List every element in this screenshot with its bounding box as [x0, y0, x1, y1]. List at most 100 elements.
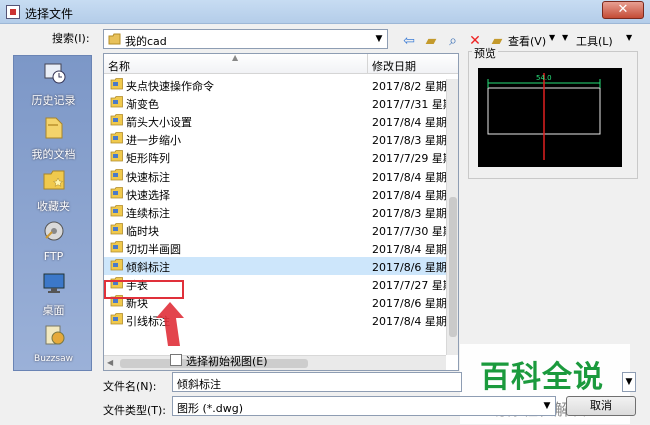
annotation-arrow-icon [156, 302, 184, 346]
file-date: 2017/7/30 星期日 [372, 224, 447, 238]
horizontal-scrollbar[interactable]: ◀ III [104, 355, 446, 370]
initial-view-checkbox[interactable] [170, 354, 182, 366]
folder-icon [110, 313, 123, 325]
file-name: 箭头大小设置 [126, 116, 192, 130]
preview-drawing: 54.0 [487, 73, 601, 160]
file-date: 2017/7/29 星期六 [372, 152, 447, 166]
file-date: 2017/8/6 星期日 [372, 297, 447, 311]
file-date: 2017/8/4 星期五 [372, 188, 447, 202]
file-row[interactable]: 切切半画圆 2017/8/4 星期五 [104, 239, 447, 257]
favorites-icon [43, 170, 64, 190]
ftp-icon [44, 221, 63, 241]
title-bar: 选择文件 ✕ [0, 0, 650, 24]
file-name: 进一步缩小 [126, 134, 181, 148]
file-row[interactable]: 连续标注 2017/8/3 星期四 [104, 203, 447, 221]
filetype-select[interactable]: 图形 (*.dwg) ▼ [172, 396, 556, 416]
dialog-body: 搜索(I): 我的cad ▼ ⇦ ▰ ⌕ ✕ ▰ 查看(V) ▼ ▼ 工具(L)… [0, 24, 650, 425]
file-row[interactable]: 快速标注 2017/8/4 星期五 [104, 167, 447, 185]
sort-ascending-icon: ▲ [232, 53, 239, 62]
file-row[interactable]: 矩形阵列 2017/7/29 星期六 [104, 148, 447, 166]
file-date: 2017/8/4 星期五 [372, 242, 447, 256]
folder-icon [110, 168, 123, 180]
back-icon[interactable]: ⇦ [400, 32, 418, 50]
file-row[interactable]: 进一步缩小 2017/8/3 星期四 [104, 130, 447, 148]
watermark-title: 百科全说 [480, 360, 604, 395]
up-folder-icon[interactable]: ▰ [422, 32, 440, 50]
view-menu-button[interactable]: 查看(V) [508, 33, 546, 49]
file-row[interactable]: 快速选择 2017/8/4 星期五 [104, 185, 447, 203]
app-icon [6, 5, 20, 19]
column-separator[interactable] [367, 54, 368, 74]
place-label: 桌面 [42, 304, 65, 317]
file-row[interactable]: 箭头大小设置 2017/8/4 星期五 [104, 112, 447, 130]
buzzsaw-icon [45, 325, 64, 345]
place-label: 历史记录 [31, 94, 76, 107]
cancel-button[interactable]: 取消 [566, 396, 636, 416]
file-name: 倾斜标注 [126, 261, 170, 274]
folder-icon [110, 96, 123, 108]
chevron-down-icon[interactable]: ▼ [539, 397, 555, 415]
place-favorites[interactable]: 收藏夹 [14, 164, 93, 216]
documents-icon [45, 117, 62, 139]
place-ftp[interactable]: FTP [14, 216, 93, 268]
tools-extra-arrow-icon[interactable]: ▼ [626, 33, 632, 42]
view-menu-arrow-icon[interactable]: ▼ [549, 33, 555, 42]
file-name: 切切半画圆 [126, 242, 181, 256]
folder-icon [110, 259, 123, 271]
search-icon[interactable]: ⌕ [444, 32, 462, 50]
file-name: 渐变色 [126, 98, 159, 112]
place-documents[interactable]: 我的文档 [14, 112, 93, 164]
folder-icon [110, 240, 123, 253]
scroll-left-arrow-icon[interactable]: ◀ [107, 358, 113, 367]
file-date: 2017/8/3 星期四 [372, 206, 447, 220]
file-date: 2017/8/3 星期四 [372, 134, 447, 148]
folder-icon [110, 204, 123, 217]
vertical-scroll-thumb[interactable] [449, 197, 457, 337]
file-row[interactable]: 渐变色 2017/7/31 星期一 [104, 94, 447, 112]
folder-icon [110, 114, 123, 126]
vertical-scrollbar[interactable] [446, 79, 458, 355]
preview-image: 54.0 [478, 68, 622, 167]
folder-icon [110, 222, 123, 235]
window-title: 选择文件 [25, 7, 74, 21]
place-desktop[interactable]: 桌面 [14, 268, 93, 320]
folder-icon [110, 78, 123, 90]
initial-view-label[interactable]: 选择初始视图(E) [186, 353, 268, 369]
filename-input[interactable]: 倾斜标注 [172, 372, 462, 392]
folder-combobox-value: 我的cad [125, 35, 167, 48]
preview-label: 预览 [472, 45, 498, 61]
chevron-down-icon[interactable]: ▼ [623, 373, 635, 391]
folder-combobox[interactable]: 我的cad ▼ [103, 29, 388, 49]
file-date: 2017/7/27 星期四 [372, 279, 447, 293]
file-row[interactable]: 临时块 2017/7/30 星期日 [104, 221, 447, 239]
desktop-icon [43, 273, 64, 293]
place-label: 我的文档 [31, 148, 76, 161]
preview-dimension-text: 54.0 [536, 74, 552, 82]
tools-menu-button[interactable]: 工具(L) [576, 33, 613, 49]
close-button[interactable]: ✕ [602, 1, 644, 19]
file-date: 2017/8/2 星期三 [372, 80, 447, 93]
filename-value: 倾斜标注 [177, 378, 221, 391]
tools-menu-arrow-icon[interactable]: ▼ [562, 33, 568, 42]
folder-icon [108, 33, 121, 45]
file-name: 连续标注 [126, 206, 170, 220]
filetype-label: 文件类型(T): [103, 404, 167, 417]
column-name-header[interactable]: 名称 [108, 58, 130, 74]
file-row[interactable]: 倾斜标注 2017/8/6 星期日 [104, 257, 447, 275]
file-name: 快速标注 [126, 170, 170, 184]
column-date-header[interactable]: 修改日期 [372, 58, 416, 74]
filename-dropdown[interactable]: ▼ [622, 372, 636, 392]
file-date: 2017/8/4 星期五 [372, 116, 447, 130]
places-bar: 历史记录 我的文档 收藏夹 FTP 桌面 Buzzsaw [13, 55, 92, 371]
file-name: 临时块 [126, 224, 159, 238]
file-name: 夹点快速操作命令 [126, 80, 214, 93]
filetype-value: 图形 (*.dwg) [177, 402, 244, 415]
file-date: 2017/7/31 星期一 [372, 98, 447, 112]
folder-icon [110, 150, 123, 162]
chevron-down-icon[interactable]: ▼ [371, 30, 387, 48]
place-history[interactable]: 历史记录 [14, 58, 93, 110]
place-buzzsaw[interactable]: Buzzsaw [14, 320, 93, 372]
file-name: 快速选择 [126, 188, 170, 202]
file-date: 2017/8/6 星期日 [372, 261, 447, 274]
file-row[interactable]: 夹点快速操作命令 2017/8/2 星期三 [104, 76, 447, 94]
